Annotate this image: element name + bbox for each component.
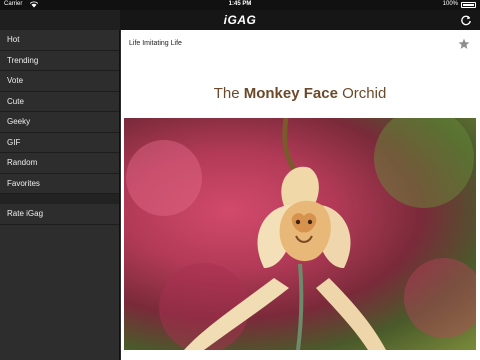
heading-part-2: Orchid (337, 85, 387, 102)
sidebar-item-random[interactable]: Random (0, 153, 119, 174)
sidebar-item-vote[interactable]: Vote (0, 71, 119, 92)
star-icon[interactable] (458, 37, 470, 49)
status-time: 1:45 PM (228, 1, 252, 7)
orchid-photo (124, 118, 476, 350)
sidebar-separator (0, 194, 119, 204)
sidebar-item-hot[interactable]: Hot (0, 30, 119, 51)
sidebar-item-gif[interactable]: GIF (0, 133, 119, 153)
battery-percentage: 100% (442, 1, 458, 7)
sidebar-item-geeky[interactable]: Geeky (0, 112, 119, 133)
battery-icon (461, 2, 476, 8)
post-content: Life Imitating Life The Monkey Face Orch… (121, 30, 480, 360)
post-image: The Monkey Face Orchid (124, 70, 476, 360)
navigation-bar: iGAG (0, 10, 480, 30)
app-title: iGAG (223, 13, 257, 27)
status-bar: Carrier 1:45 PM 100% (0, 0, 480, 10)
post-image-heading: The Monkey Face Orchid (124, 85, 476, 102)
sidebar-item-trending[interactable]: Trending (0, 51, 119, 71)
sidebar-item-favorites[interactable]: Favorites (0, 174, 119, 194)
sidebar-item-cute[interactable]: Cute (0, 92, 119, 112)
sidebar: Hot Trending Vote Cute Geeky GIF Random … (0, 30, 120, 360)
heading-part-1: The (213, 85, 244, 102)
rate-app-button[interactable]: Rate iGag (0, 204, 119, 225)
post-title: Life Imitating Life (129, 40, 182, 47)
orchid-illustration (126, 118, 476, 350)
refresh-icon[interactable] (460, 14, 472, 26)
heading-bold: Monkey Face (243, 85, 338, 102)
